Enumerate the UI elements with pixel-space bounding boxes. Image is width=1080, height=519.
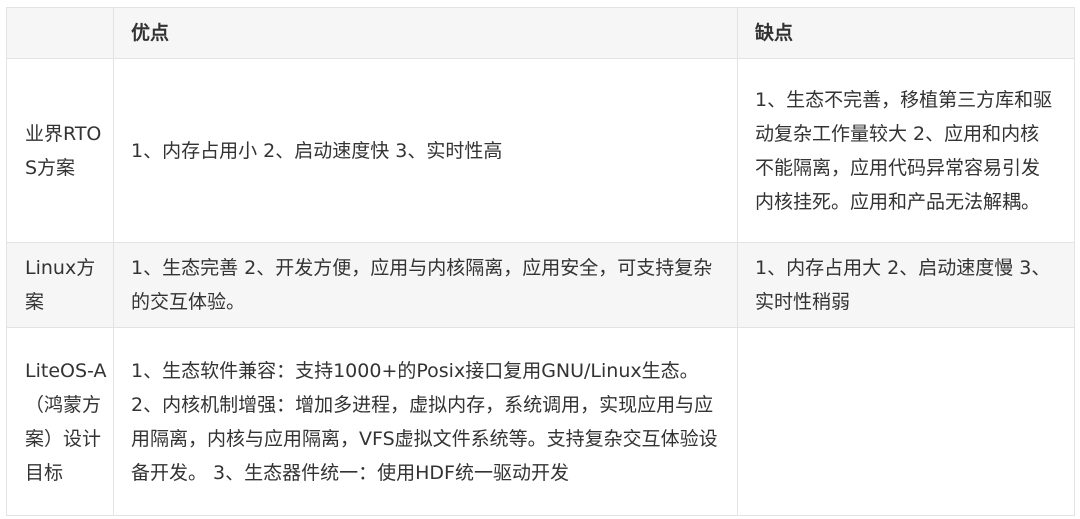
header-pros: 优点 bbox=[113, 7, 738, 59]
table-header-row: 优点 缺点 bbox=[6, 7, 1075, 59]
row-label: 业界RTOS方案 bbox=[6, 58, 114, 243]
row-cons: 1、生态不完善，移植第三方库和驱动复杂工作量较大 2、应用和内核不能隔离，应用代… bbox=[737, 58, 1075, 243]
row-label: Linux方案 bbox=[6, 242, 114, 328]
table-row-linux: Linux方案 1、生态完善 2、开发方便，应用与内核隔离，应用安全，可支持复杂… bbox=[6, 242, 1075, 328]
table-row-rtos: 业界RTOS方案 1、内存占用小 2、启动速度快 3、实时性高 1、生态不完善，… bbox=[6, 58, 1075, 243]
row-pros: 1、生态完善 2、开发方便，应用与内核隔离，应用安全，可支持复杂的交互体验。 bbox=[113, 242, 738, 328]
row-pros: 1、生态软件兼容：支持1000+的Posix接口复用GNU/Linux生态。 2… bbox=[113, 327, 738, 516]
row-cons: 1、内存占用大 2、启动速度慢 3、实时性稍弱 bbox=[737, 242, 1075, 328]
row-label: LiteOS-A（鸿蒙方案）设计目标 bbox=[6, 327, 114, 516]
row-pros: 1、内存占用小 2、启动速度快 3、实时性高 bbox=[113, 58, 738, 243]
comparison-table: 优点 缺点 业界RTOS方案 1、内存占用小 2、启动速度快 3、实时性高 1、… bbox=[6, 7, 1075, 516]
header-label-column bbox=[6, 7, 114, 59]
table-row-liteos: LiteOS-A（鸿蒙方案）设计目标 1、生态软件兼容：支持1000+的Posi… bbox=[6, 327, 1075, 516]
page: 优点 缺点 业界RTOS方案 1、内存占用小 2、启动速度快 3、实时性高 1、… bbox=[0, 0, 1080, 519]
row-cons bbox=[737, 327, 1075, 516]
header-cons: 缺点 bbox=[737, 7, 1075, 59]
